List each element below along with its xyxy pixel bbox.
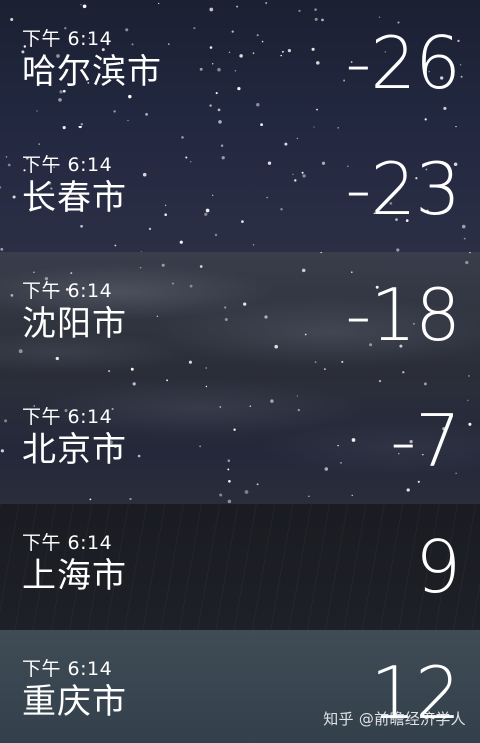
city-name: 沈阳市 [22,304,127,344]
city-row-harbin[interactable]: 下午 6:14 哈尔滨市 -26 [0,0,480,126]
city-local-time: 下午 6:14 [22,532,113,554]
watermark-text: 知乎 @前瞻经济学人 [323,710,466,728]
city-temperature: 9 [415,525,461,609]
city-local-time: 下午 6:14 [22,406,113,428]
city-name: 上海市 [22,556,127,596]
city-temperature: -23 [345,147,461,231]
city-temperature: -26 [345,21,461,105]
city-name: 哈尔滨市 [22,52,162,92]
city-name: 重庆市 [22,682,127,722]
city-row-beijing[interactable]: 下午 6:14 北京市 -7 [0,378,480,504]
city-local-time: 下午 6:14 [22,280,113,302]
city-name: 长春市 [22,178,127,218]
city-local-time: 下午 6:14 [22,28,113,50]
city-row-changchun[interactable]: 下午 6:14 长春市 -23 [0,126,480,252]
city-name: 北京市 [22,430,127,470]
city-row-shenyang[interactable]: 下午 6:14 沈阳市 -18 [0,252,480,378]
city-temperature: -7 [390,399,461,483]
city-temperature: -18 [345,273,461,357]
weather-city-list: 下午 6:14 哈尔滨市 -26 下午 6:14 长春市 -23 下午 6:14… [0,0,480,743]
city-local-time: 下午 6:14 [22,154,113,176]
city-local-time: 下午 6:14 [22,658,113,680]
city-row-shanghai[interactable]: 下午 6:14 上海市 9 [0,504,480,630]
